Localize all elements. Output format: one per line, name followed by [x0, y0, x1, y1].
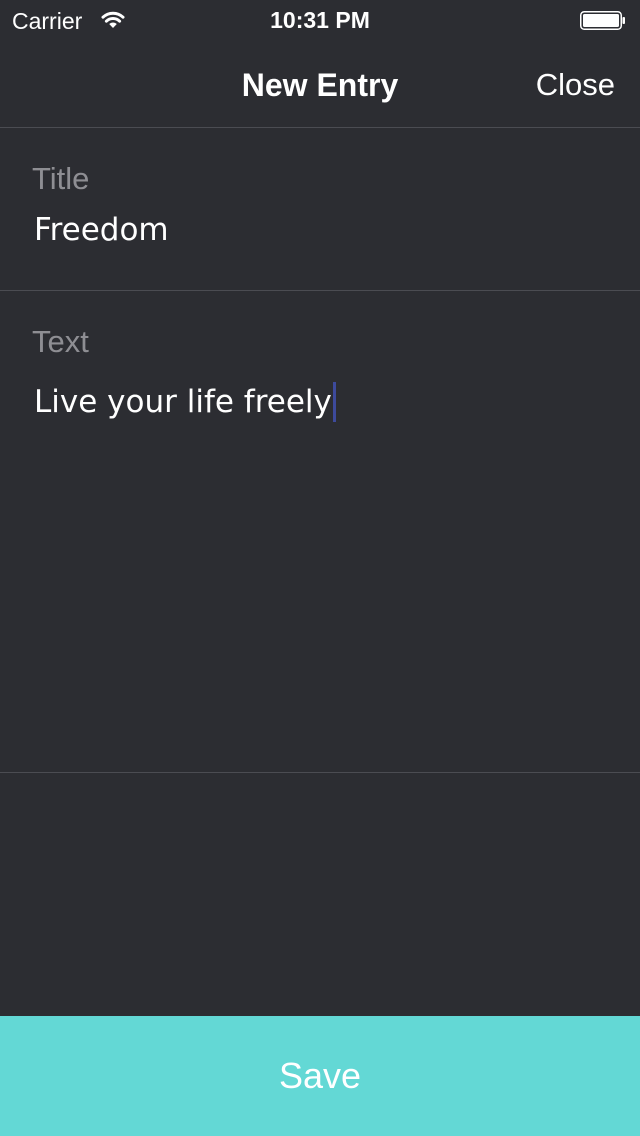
save-button[interactable]: Save [0, 1016, 640, 1136]
title-label: Title [32, 161, 90, 196]
title-field-group: Title [0, 128, 640, 291]
text-area[interactable]: Live your life freely [34, 380, 614, 740]
close-button[interactable]: Close [536, 66, 615, 104]
title-input[interactable] [34, 208, 614, 252]
status-bar: Carrier 10:31 PM [0, 0, 640, 40]
navigation-bar: New Entry Close [0, 40, 640, 128]
text-cursor [332, 382, 336, 422]
status-time: 10:31 PM [270, 7, 370, 33]
text-field-group: Text Live your life freely [0, 291, 640, 773]
text-area-content: Live your life freely [34, 384, 332, 420]
battery-icon [580, 11, 625, 30]
text-label: Text [32, 324, 89, 359]
